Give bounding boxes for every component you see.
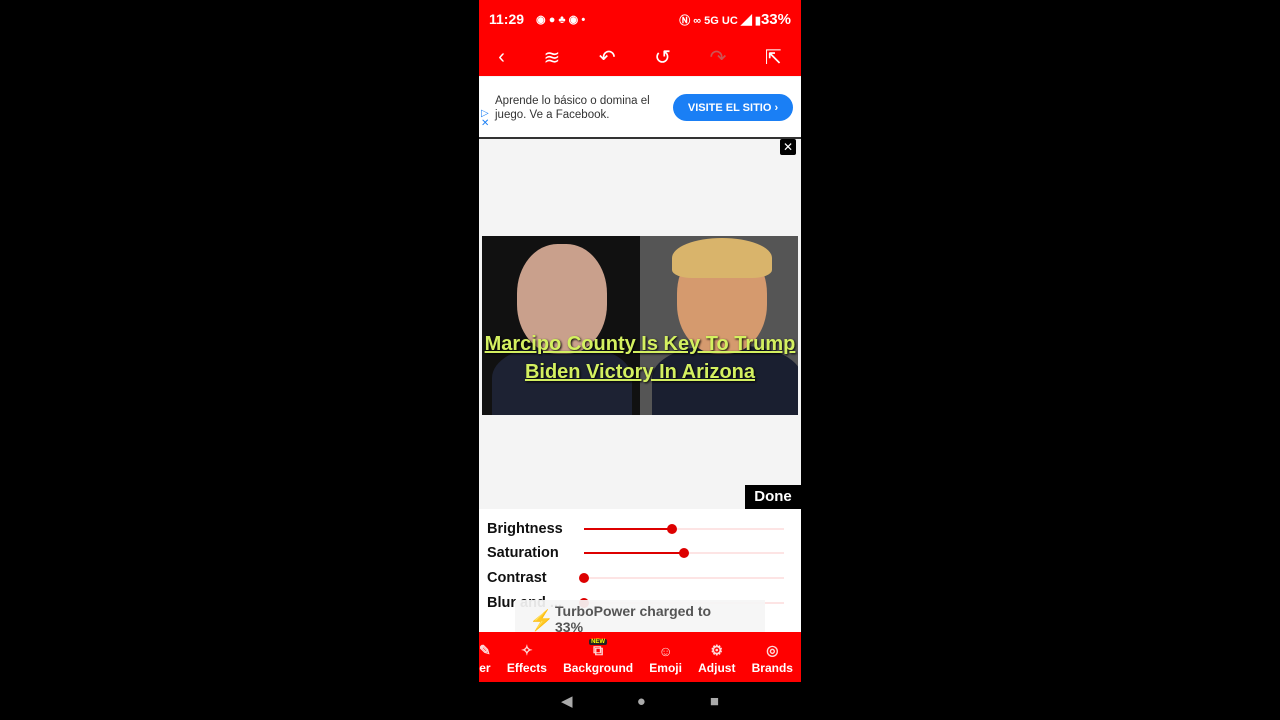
slider-row: Saturation — [487, 543, 787, 565]
nav-item-background[interactable]: ⧉ NEW Background — [563, 632, 633, 682]
caption-text[interactable]: Marcipo County Is Key To Trump Biden Vic… — [482, 330, 798, 386]
status-bar: 11:29 ◉ ● ♣ ◉ • Ⓝ ∞ 5G UC ◢ ▮33% — [479, 0, 801, 38]
slider-track[interactable] — [579, 573, 784, 583]
person-right-hair — [672, 238, 772, 278]
nav-item-brands[interactable]: ◎ Brands — [752, 632, 793, 682]
slider-row: Brightness — [487, 519, 787, 541]
slider-thumb[interactable] — [679, 548, 689, 558]
toast-message: TurboPower charged to 33% — [555, 603, 712, 635]
battery-label: 33% — [760, 10, 791, 28]
nav-icon: ☺ — [658, 643, 673, 659]
nav-label: Effects — [506, 661, 547, 675]
editor-toolbar: ‹ ≋ ↶ ↺ ↷ ⇱ — [479, 38, 801, 76]
slider-row: Contrast — [487, 568, 787, 590]
nav-icon: ✧ — [521, 642, 533, 658]
bolt-icon: ⚡ — [529, 610, 554, 632]
home-nav-icon[interactable]: ● — [637, 693, 646, 710]
layers-icon[interactable]: ≋ — [544, 45, 561, 70]
status-right: Ⓝ ∞ 5G UC ◢ ▮33% — [679, 10, 791, 28]
slider-thumb[interactable] — [579, 573, 589, 583]
close-ad-icon[interactable]: ✕ — [780, 139, 796, 155]
nav-label: Emoji — [649, 661, 682, 675]
ad-visit-button[interactable]: VISITE EL SITIO › — [673, 94, 793, 121]
share-icon[interactable]: ⇱ — [765, 45, 782, 70]
notification-icons: ◉ ● ♣ ◉ • — [536, 13, 586, 26]
network-label: 5G UC — [704, 14, 738, 27]
redo-icon[interactable]: ↷ — [710, 45, 727, 70]
nav-label: Brands — [751, 661, 793, 675]
clock: 11:29 — [489, 11, 525, 27]
undo-icon[interactable]: ↶ — [599, 45, 616, 70]
nav-icon: ⚙ — [710, 642, 724, 658]
canvas-image[interactable]: Marcipo County Is Key To Trump Biden Vic… — [482, 236, 798, 415]
slider-label: Brightness — [487, 521, 563, 537]
phone-screen: 11:29 ◉ ● ♣ ◉ • Ⓝ ∞ 5G UC ◢ ▮33% ‹ ≋ ↶ ↺… — [479, 0, 801, 720]
new-badge: NEW — [589, 639, 608, 645]
back-nav-icon[interactable]: ◀ — [561, 692, 573, 710]
nav-label: er — [479, 661, 491, 675]
nav-item-er[interactable]: ✎ er — [479, 632, 491, 682]
reset-icon[interactable]: ↺ — [654, 45, 671, 70]
nav-label: Background — [563, 661, 634, 675]
nav-icon: ◎ — [766, 642, 779, 658]
slider-track[interactable] — [584, 548, 784, 558]
slider-label: Saturation — [487, 545, 559, 561]
slider-fill — [584, 552, 684, 554]
slider-track[interactable] — [584, 524, 784, 534]
done-button[interactable]: Done — [745, 485, 801, 509]
nav-label: Adjust — [698, 661, 736, 675]
system-nav: ◀ ● ■ — [479, 682, 801, 720]
nav-icon: ✎ — [479, 642, 491, 658]
nav-item-adjust[interactable]: ⚙ Adjust — [698, 632, 735, 682]
nav-item-emoji[interactable]: ☺ Emoji — [649, 632, 682, 682]
ad-banner[interactable]: Aprende lo básico o domina el juego. Ve … — [479, 77, 801, 139]
nav-item-effects[interactable]: ✧ Effects — [507, 632, 547, 682]
ad-text: Aprende lo básico o domina el juego. Ve … — [495, 95, 650, 121]
ad-choices-icon[interactable]: ▷ ✕ — [481, 109, 489, 129]
slider-thumb[interactable] — [667, 524, 677, 534]
slider-label: Contrast — [487, 570, 547, 586]
bottom-nav: ✎ er ✧ Effects ⧉ NEW Background ☺ Emoji ⚙ Adjust ◎ B… — [479, 632, 801, 682]
slider-fill — [584, 528, 672, 530]
recents-nav-icon[interactable]: ■ — [710, 693, 719, 710]
back-icon[interactable]: ‹ — [498, 46, 505, 69]
